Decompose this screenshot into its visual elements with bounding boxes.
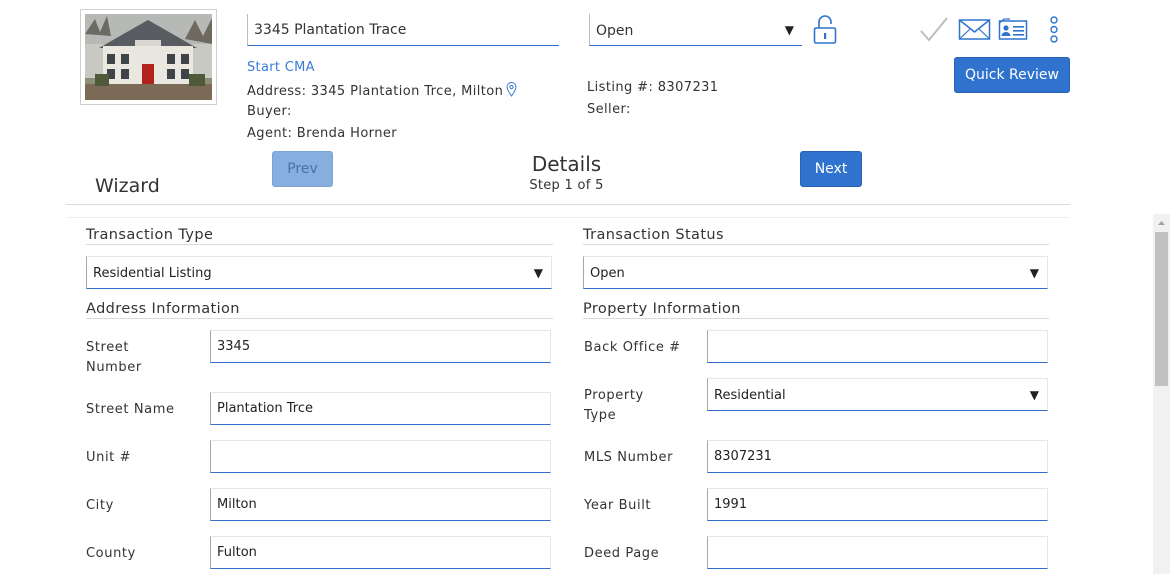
divider bbox=[66, 217, 1070, 218]
address-text: Address: 3345 Plantation Trce, Milton bbox=[247, 84, 504, 99]
transaction-type-select[interactable]: Residential Listing ▼ bbox=[86, 256, 552, 289]
deed-page-input[interactable] bbox=[707, 536, 1048, 569]
property-type-select[interactable]: Residential ▼ bbox=[707, 378, 1048, 411]
listing-title-input[interactable] bbox=[247, 14, 559, 46]
triangle-down-icon: ▼ bbox=[1029, 266, 1039, 280]
back-office-label: Back Office # bbox=[584, 340, 681, 355]
unit-label: Unit # bbox=[86, 450, 132, 465]
wizard-label: Wizard bbox=[95, 175, 160, 197]
street-number-input[interactable] bbox=[210, 330, 551, 363]
unlock-icon[interactable] bbox=[812, 14, 838, 46]
transaction-type-value: Residential Listing bbox=[93, 266, 212, 281]
scroll-up-arrow-icon[interactable] bbox=[1153, 214, 1170, 231]
listing-number-line: Listing #: 8307231 bbox=[587, 80, 719, 95]
transaction-status-select[interactable]: Open ▼ bbox=[583, 256, 1048, 289]
transaction-status-value: Open bbox=[590, 266, 625, 281]
buyer-line: Buyer: bbox=[247, 104, 292, 119]
start-cma-link[interactable]: Start CMA bbox=[247, 60, 315, 75]
seller-line: Seller: bbox=[587, 102, 631, 117]
unit-input[interactable] bbox=[210, 440, 551, 473]
listing-status-select[interactable]: Open ▼ bbox=[589, 14, 802, 46]
listing-status-value: Open bbox=[596, 23, 634, 39]
property-type-label: Property Type bbox=[584, 388, 644, 423]
street-name-label: Street Name bbox=[86, 402, 175, 417]
step-indicator: Step 1 of 5 bbox=[529, 178, 604, 193]
contact-card-icon[interactable] bbox=[998, 14, 1028, 44]
prev-button[interactable]: Prev bbox=[272, 151, 333, 187]
triangle-down-icon: ▼ bbox=[533, 266, 543, 280]
city-label: City bbox=[86, 498, 114, 513]
county-label: County bbox=[86, 546, 136, 561]
deed-page-label: Deed Page bbox=[584, 546, 660, 561]
city-input[interactable] bbox=[210, 488, 551, 521]
step-title: Details bbox=[531, 152, 602, 176]
property-information-heading: Property Information bbox=[583, 301, 1049, 319]
property-photo-frame[interactable] bbox=[80, 9, 217, 105]
transaction-status-heading: Transaction Status bbox=[583, 227, 1049, 245]
divider bbox=[66, 204, 1070, 205]
back-office-input[interactable] bbox=[707, 330, 1048, 363]
mls-number-input[interactable] bbox=[707, 440, 1048, 473]
next-button[interactable]: Next bbox=[800, 151, 862, 187]
scrollbar-thumb[interactable] bbox=[1155, 232, 1168, 386]
county-input[interactable] bbox=[210, 536, 551, 569]
envelope-icon[interactable] bbox=[958, 14, 991, 44]
triangle-down-icon: ▼ bbox=[1029, 388, 1039, 402]
more-vertical-icon[interactable] bbox=[1046, 14, 1062, 44]
triangle-down-icon: ▼ bbox=[784, 23, 794, 37]
year-built-input[interactable] bbox=[707, 488, 1048, 521]
checkmark-icon[interactable] bbox=[919, 14, 949, 44]
street-name-input[interactable] bbox=[210, 392, 551, 425]
address-line: Address: 3345 Plantation Trce, Milton bbox=[247, 82, 517, 99]
year-built-label: Year Built bbox=[584, 498, 652, 513]
mls-number-label: MLS Number bbox=[584, 450, 674, 465]
property-type-value: Residential bbox=[714, 388, 786, 403]
address-information-heading: Address Information bbox=[86, 301, 553, 319]
transaction-type-heading: Transaction Type bbox=[86, 227, 553, 245]
street-number-label: Street Number bbox=[86, 340, 142, 375]
property-photo bbox=[85, 14, 212, 100]
agent-line: Agent: Brenda Horner bbox=[247, 126, 397, 141]
quick-review-button[interactable]: Quick Review bbox=[954, 57, 1070, 93]
map-pin-icon[interactable] bbox=[506, 82, 517, 97]
